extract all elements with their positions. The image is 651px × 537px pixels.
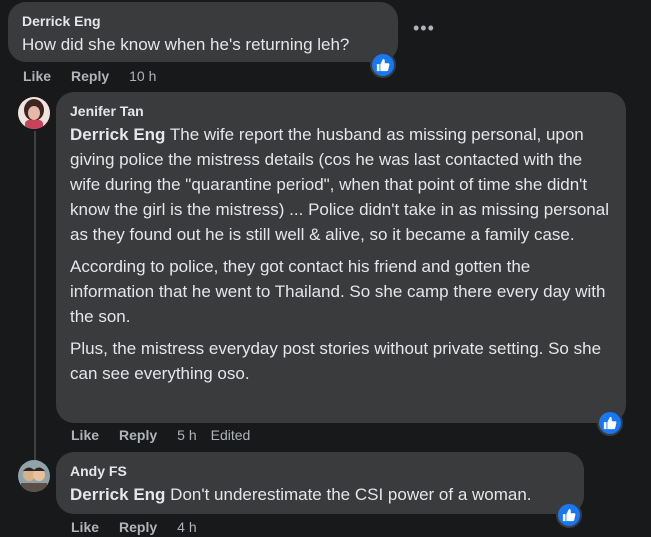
comment-timestamp[interactable]: 10 h xyxy=(129,67,156,85)
reply-button[interactable]: Reply xyxy=(71,67,109,85)
comment-actions: Like Reply 4 h xyxy=(71,518,217,536)
comment-text: How did she know when he's returning leh… xyxy=(22,35,350,54)
comment-actions: Like Reply 10 h xyxy=(23,67,176,85)
comment-author[interactable]: Derrick Eng xyxy=(22,12,384,30)
comment-author[interactable]: Andy FS xyxy=(70,462,570,480)
avatar[interactable] xyxy=(18,97,50,129)
comment-text: Derrick Eng Don't underestimate the CSI … xyxy=(70,485,532,504)
thumbs-up-icon[interactable] xyxy=(556,502,582,528)
comment-paragraph: Plus, the mistress everyday post stories… xyxy=(70,339,602,383)
like-button[interactable]: Like xyxy=(71,426,99,444)
comment-timestamp[interactable]: 4 h xyxy=(177,518,196,536)
edited-label: Edited xyxy=(210,427,251,443)
comment-bubble-jenifer: Jenifer Tan Derrick Eng The wife report … xyxy=(56,92,626,423)
thread-line xyxy=(34,131,36,461)
comment-timestamp[interactable]: 5 h xyxy=(177,426,196,444)
comment-bubble-derrick: Derrick Eng How did she know when he's r… xyxy=(8,2,398,62)
like-button[interactable]: Like xyxy=(23,67,51,85)
comment-author[interactable]: Jenifer Tan xyxy=(70,102,612,120)
comment-text: Derrick Eng The wife report the husband … xyxy=(70,122,612,386)
mention-link[interactable]: Derrick Eng xyxy=(70,125,165,144)
reply-button[interactable]: Reply xyxy=(119,426,157,444)
avatar[interactable] xyxy=(18,460,50,492)
comment-paragraph: According to police, they got contact hi… xyxy=(70,257,606,326)
mention-link[interactable]: Derrick Eng xyxy=(70,485,165,504)
thumbs-up-icon[interactable] xyxy=(370,52,396,78)
comment-bubble-andy: Andy FS Derrick Eng Don't underestimate … xyxy=(56,452,584,514)
more-options-icon[interactable]: ••• xyxy=(413,18,435,39)
comment-actions: Like Reply 5 h Edited xyxy=(71,426,270,444)
like-button[interactable]: Like xyxy=(71,518,99,536)
thumbs-up-icon[interactable] xyxy=(597,410,623,436)
reply-button[interactable]: Reply xyxy=(119,518,157,536)
